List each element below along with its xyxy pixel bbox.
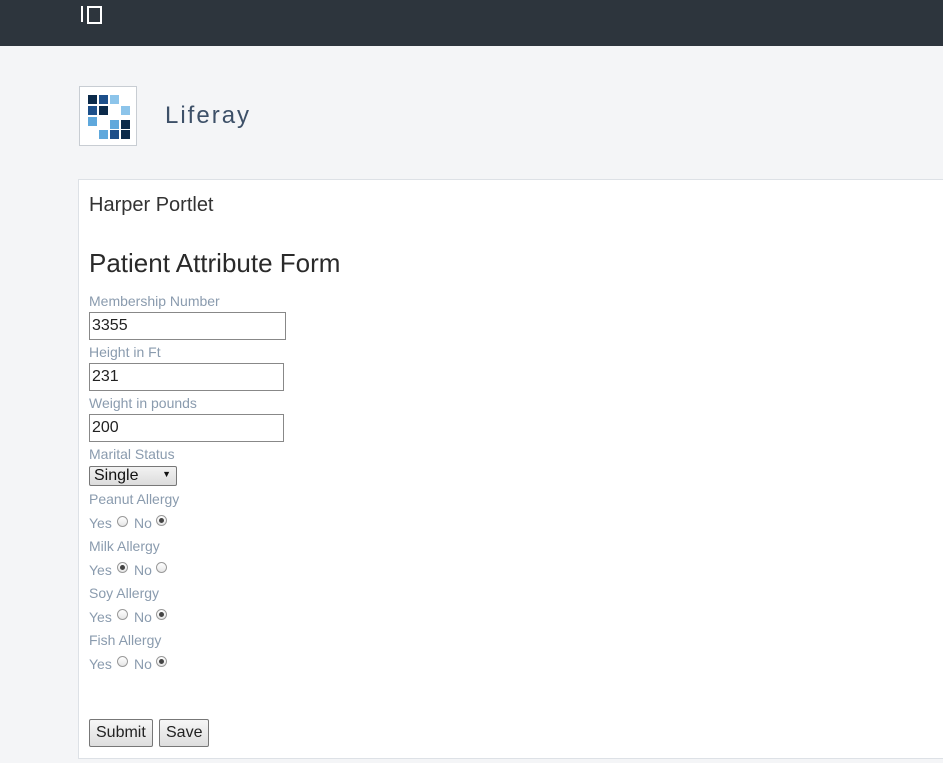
form-title: Patient Attribute Form: [89, 248, 341, 278]
milk-yes-label: Yes: [89, 562, 112, 578]
soy-no-label: No: [134, 609, 152, 625]
dropdown-arrow-icon: ▼: [162, 469, 171, 479]
submit-button[interactable]: Submit: [89, 719, 153, 747]
milk-allergy-label: Milk Allergy: [89, 538, 160, 554]
fish-yes-radio[interactable]: [117, 656, 128, 667]
soy-yes-radio[interactable]: [117, 609, 128, 620]
fish-no-label: No: [134, 656, 152, 672]
save-button[interactable]: Save: [159, 719, 210, 747]
marital-status-label: Marital Status: [89, 446, 175, 462]
height-label: Height in Ft: [89, 344, 161, 360]
marital-status-value: Single: [94, 467, 139, 484]
peanut-no-radio[interactable]: [156, 515, 167, 526]
portlet: Harper Portlet Patient Attribute Form Me…: [78, 179, 943, 759]
peanut-no-label: No: [134, 515, 152, 531]
soy-no-radio[interactable]: [156, 609, 167, 620]
membership-label: Membership Number: [89, 293, 220, 309]
milk-no-radio[interactable]: [156, 562, 167, 573]
peanut-yes-label: Yes: [89, 515, 112, 531]
site-logo[interactable]: [79, 86, 137, 146]
soy-allergy-label: Soy Allergy: [89, 585, 160, 601]
fish-allergy-label: Fish Allergy: [89, 632, 162, 648]
fish-yes-label: Yes: [89, 656, 112, 672]
weight-label: Weight in pounds: [89, 395, 197, 411]
marital-status-select[interactable]: Single ▼: [89, 466, 177, 486]
site-name[interactable]: Liferay: [165, 102, 251, 130]
top-navbar: [0, 0, 943, 46]
sidebar-toggle-icon[interactable]: [81, 6, 103, 24]
height-input[interactable]: [89, 363, 284, 391]
peanut-allergy-label: Peanut Allergy: [89, 491, 180, 507]
portlet-title: Harper Portlet: [89, 194, 214, 216]
soy-yes-label: Yes: [89, 609, 112, 625]
peanut-yes-radio[interactable]: [117, 516, 128, 527]
fish-no-radio[interactable]: [156, 656, 167, 667]
weight-input[interactable]: [89, 414, 284, 442]
milk-yes-radio[interactable]: [117, 562, 128, 573]
milk-no-label: No: [134, 562, 152, 578]
membership-number-input[interactable]: [89, 312, 286, 340]
liferay-logo-icon: [88, 95, 130, 139]
